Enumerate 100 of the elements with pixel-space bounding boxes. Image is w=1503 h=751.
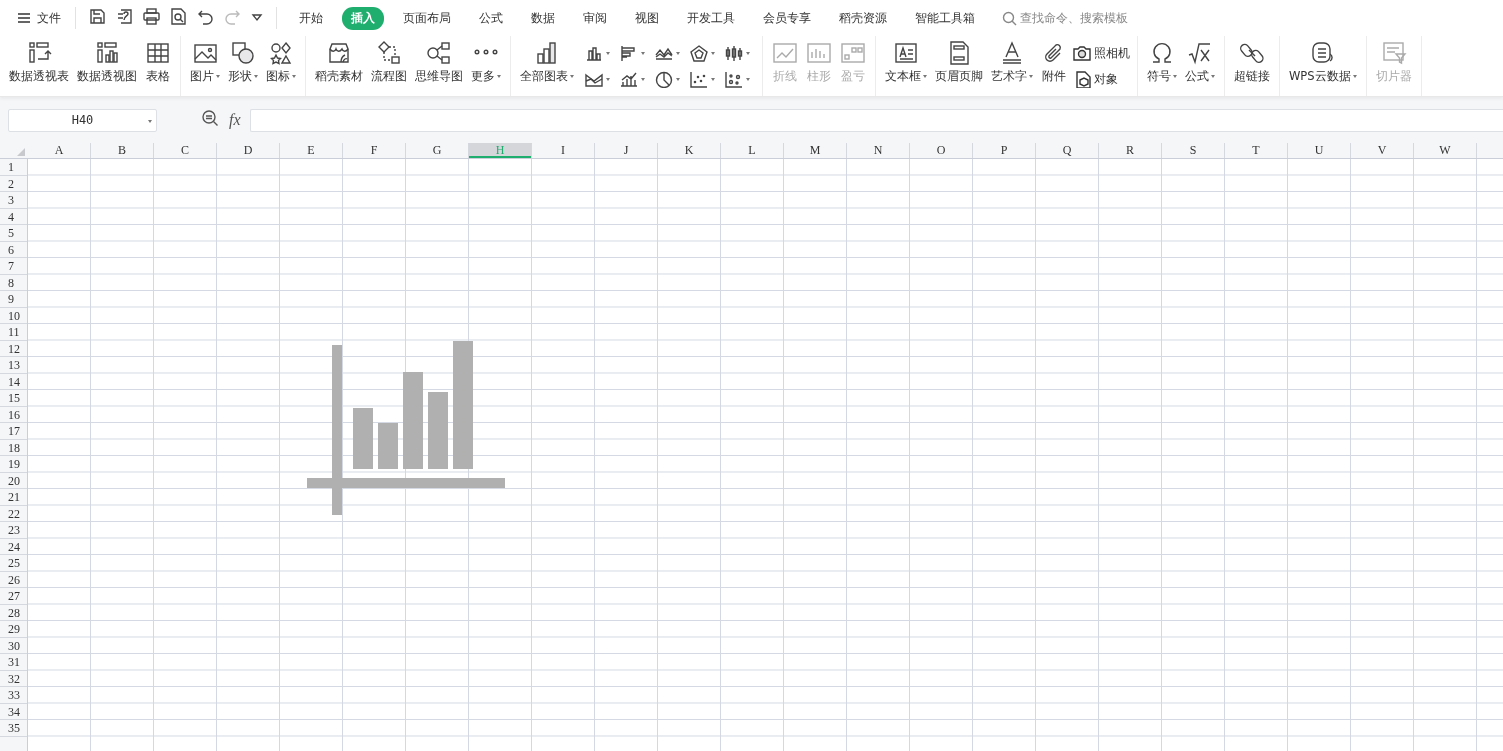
ribbon-tab[interactable]: 视图 (626, 6, 668, 30)
ribbon-button[interactable]: 超链接 (1230, 36, 1274, 96)
column-header[interactable]: S (1162, 143, 1225, 158)
row-header[interactable]: 17 (0, 423, 27, 440)
ribbon-button[interactable]: 更多 (467, 36, 505, 96)
column-header[interactable]: W (1414, 143, 1477, 158)
ribbon-button[interactable]: 图标 (262, 36, 300, 96)
flowchart-icon (376, 40, 402, 66)
formula-input[interactable] (249, 108, 1503, 132)
column-header[interactable]: Q (1036, 143, 1099, 158)
column-header[interactable]: J (595, 143, 658, 158)
ribbon-tab[interactable]: 数据 (522, 6, 564, 30)
print-preview-icon (170, 8, 187, 25)
column-header[interactable]: B (91, 143, 154, 158)
column-header[interactable]: K (658, 143, 721, 158)
column-header[interactable]: T (1225, 143, 1288, 158)
row-header[interactable]: 21 (0, 489, 27, 506)
ribbon-tab[interactable]: 开发工具 (678, 6, 744, 30)
ribbon-button[interactable]: 公式 (1181, 36, 1219, 96)
row-header[interactable]: 35 (0, 720, 27, 737)
ribbon-button[interactable]: 数据透视图 (73, 36, 141, 96)
column-header[interactable]: V (1351, 143, 1414, 158)
ribbon-tab[interactable]: 开始 (290, 6, 332, 30)
column-header[interactable]: P (973, 143, 1036, 158)
ribbon-button[interactable]: 思维导图 (411, 36, 467, 96)
ribbon-button[interactable]: 对象 (1073, 70, 1130, 88)
ribbon-button[interactable]: 形状 (224, 36, 262, 96)
row-header[interactable]: 30 (0, 637, 27, 654)
column-header[interactable]: M (784, 143, 847, 158)
file-menu[interactable]: 文件 (12, 6, 65, 30)
row-header[interactable]: 12 (0, 340, 27, 357)
row-header[interactable]: 29 (0, 621, 27, 638)
row-header[interactable]: 31 (0, 654, 27, 671)
name-box[interactable]: H40 (8, 108, 157, 132)
shapes-icon (230, 40, 256, 66)
ribbon-button[interactable]: 流程图 (367, 36, 411, 96)
column-header[interactable]: F (343, 143, 406, 158)
row-header[interactable]: 28 (0, 604, 27, 621)
row-header[interactable]: 26 (0, 571, 27, 588)
search-field[interactable]: 查找命令、搜索模板 (999, 6, 1131, 30)
column-header[interactable]: A (28, 143, 91, 158)
row-header[interactable]: 27 (0, 588, 27, 605)
candlestick-chart-icon (725, 44, 743, 62)
column-header[interactable]: E (280, 143, 343, 158)
row-header[interactable]: 5 (0, 225, 27, 242)
column-header[interactable]: C (154, 143, 217, 158)
row-header[interactable]: 1 (0, 159, 27, 176)
ribbon-button[interactable]: 数据透视表 (5, 36, 73, 96)
column-header[interactable]: N (847, 143, 910, 158)
row-header[interactable]: 19 (0, 456, 27, 473)
ribbon-button[interactable]: 图片 (186, 36, 224, 96)
ribbon-button[interactable]: 全部图表 (516, 36, 578, 96)
row-header[interactable]: 2 (0, 175, 27, 192)
column-header[interactable]: L (721, 143, 784, 158)
ribbon-button[interactable]: 艺术字 (987, 36, 1037, 96)
ribbon-button[interactable]: 稻壳素材 (311, 36, 367, 96)
ribbon-tab[interactable]: 稻壳资源 (830, 6, 896, 30)
row-header[interactable]: 22 (0, 505, 27, 522)
row-header[interactable]: 16 (0, 406, 27, 423)
ribbon-tab[interactable]: 会员专享 (754, 6, 820, 30)
row-header[interactable]: 11 (0, 324, 27, 341)
column-header[interactable]: O (910, 143, 973, 158)
radar-chart-icon (690, 44, 708, 62)
ribbon-tab[interactable]: 页面布局 (394, 6, 460, 30)
row-header[interactable]: 4 (0, 208, 27, 225)
row-header[interactable]: 32 (0, 670, 27, 687)
ribbon-button[interactable]: 附件 (1037, 36, 1071, 96)
column-header[interactable]: R (1099, 143, 1162, 158)
insert-function-button[interactable]: fx (229, 111, 241, 129)
ribbon-button[interactable]: 照相机 (1073, 44, 1130, 62)
row-header[interactable]: 10 (0, 307, 27, 324)
ribbon-tab[interactable]: 审阅 (574, 6, 616, 30)
cell-grid[interactable] (28, 159, 1503, 751)
combo-chart-icon (620, 70, 638, 88)
column-header[interactable]: I (532, 143, 595, 158)
row-header[interactable]: 3 (0, 192, 27, 209)
row-header[interactable]: 25 (0, 555, 27, 572)
ribbon-button[interactable]: 文本框 (881, 36, 931, 96)
row-header[interactable]: 24 (0, 538, 27, 555)
row-header[interactable]: 23 (0, 522, 27, 539)
row-header[interactable]: 7 (0, 258, 27, 275)
row-header[interactable]: 13 (0, 357, 27, 374)
ribbon-tab[interactable]: 公式 (470, 6, 512, 30)
row-header[interactable]: 33 (0, 687, 27, 704)
ribbon-button[interactable]: 页眉页脚 (931, 36, 987, 96)
column-header[interactable]: D (217, 143, 280, 158)
ribbon-button[interactable]: 符号 (1143, 36, 1181, 96)
ribbon-button[interactable]: 表格 (141, 36, 175, 96)
row-header[interactable]: 6 (0, 241, 27, 258)
row-header[interactable]: 34 (0, 703, 27, 720)
row-header[interactable]: 15 (0, 390, 27, 407)
row-header[interactable]: 18 (0, 439, 27, 456)
ribbon-tab[interactable]: 智能工具箱 (906, 6, 984, 30)
ribbon-button[interactable]: WPS云数据 (1285, 36, 1361, 96)
column-header[interactable]: U (1288, 143, 1351, 158)
row-header[interactable]: 9 (0, 291, 27, 308)
row-header[interactable]: 20 (0, 472, 27, 489)
row-header[interactable]: 14 (0, 373, 27, 390)
row-header[interactable]: 8 (0, 274, 27, 291)
export-document-icon (116, 8, 133, 25)
